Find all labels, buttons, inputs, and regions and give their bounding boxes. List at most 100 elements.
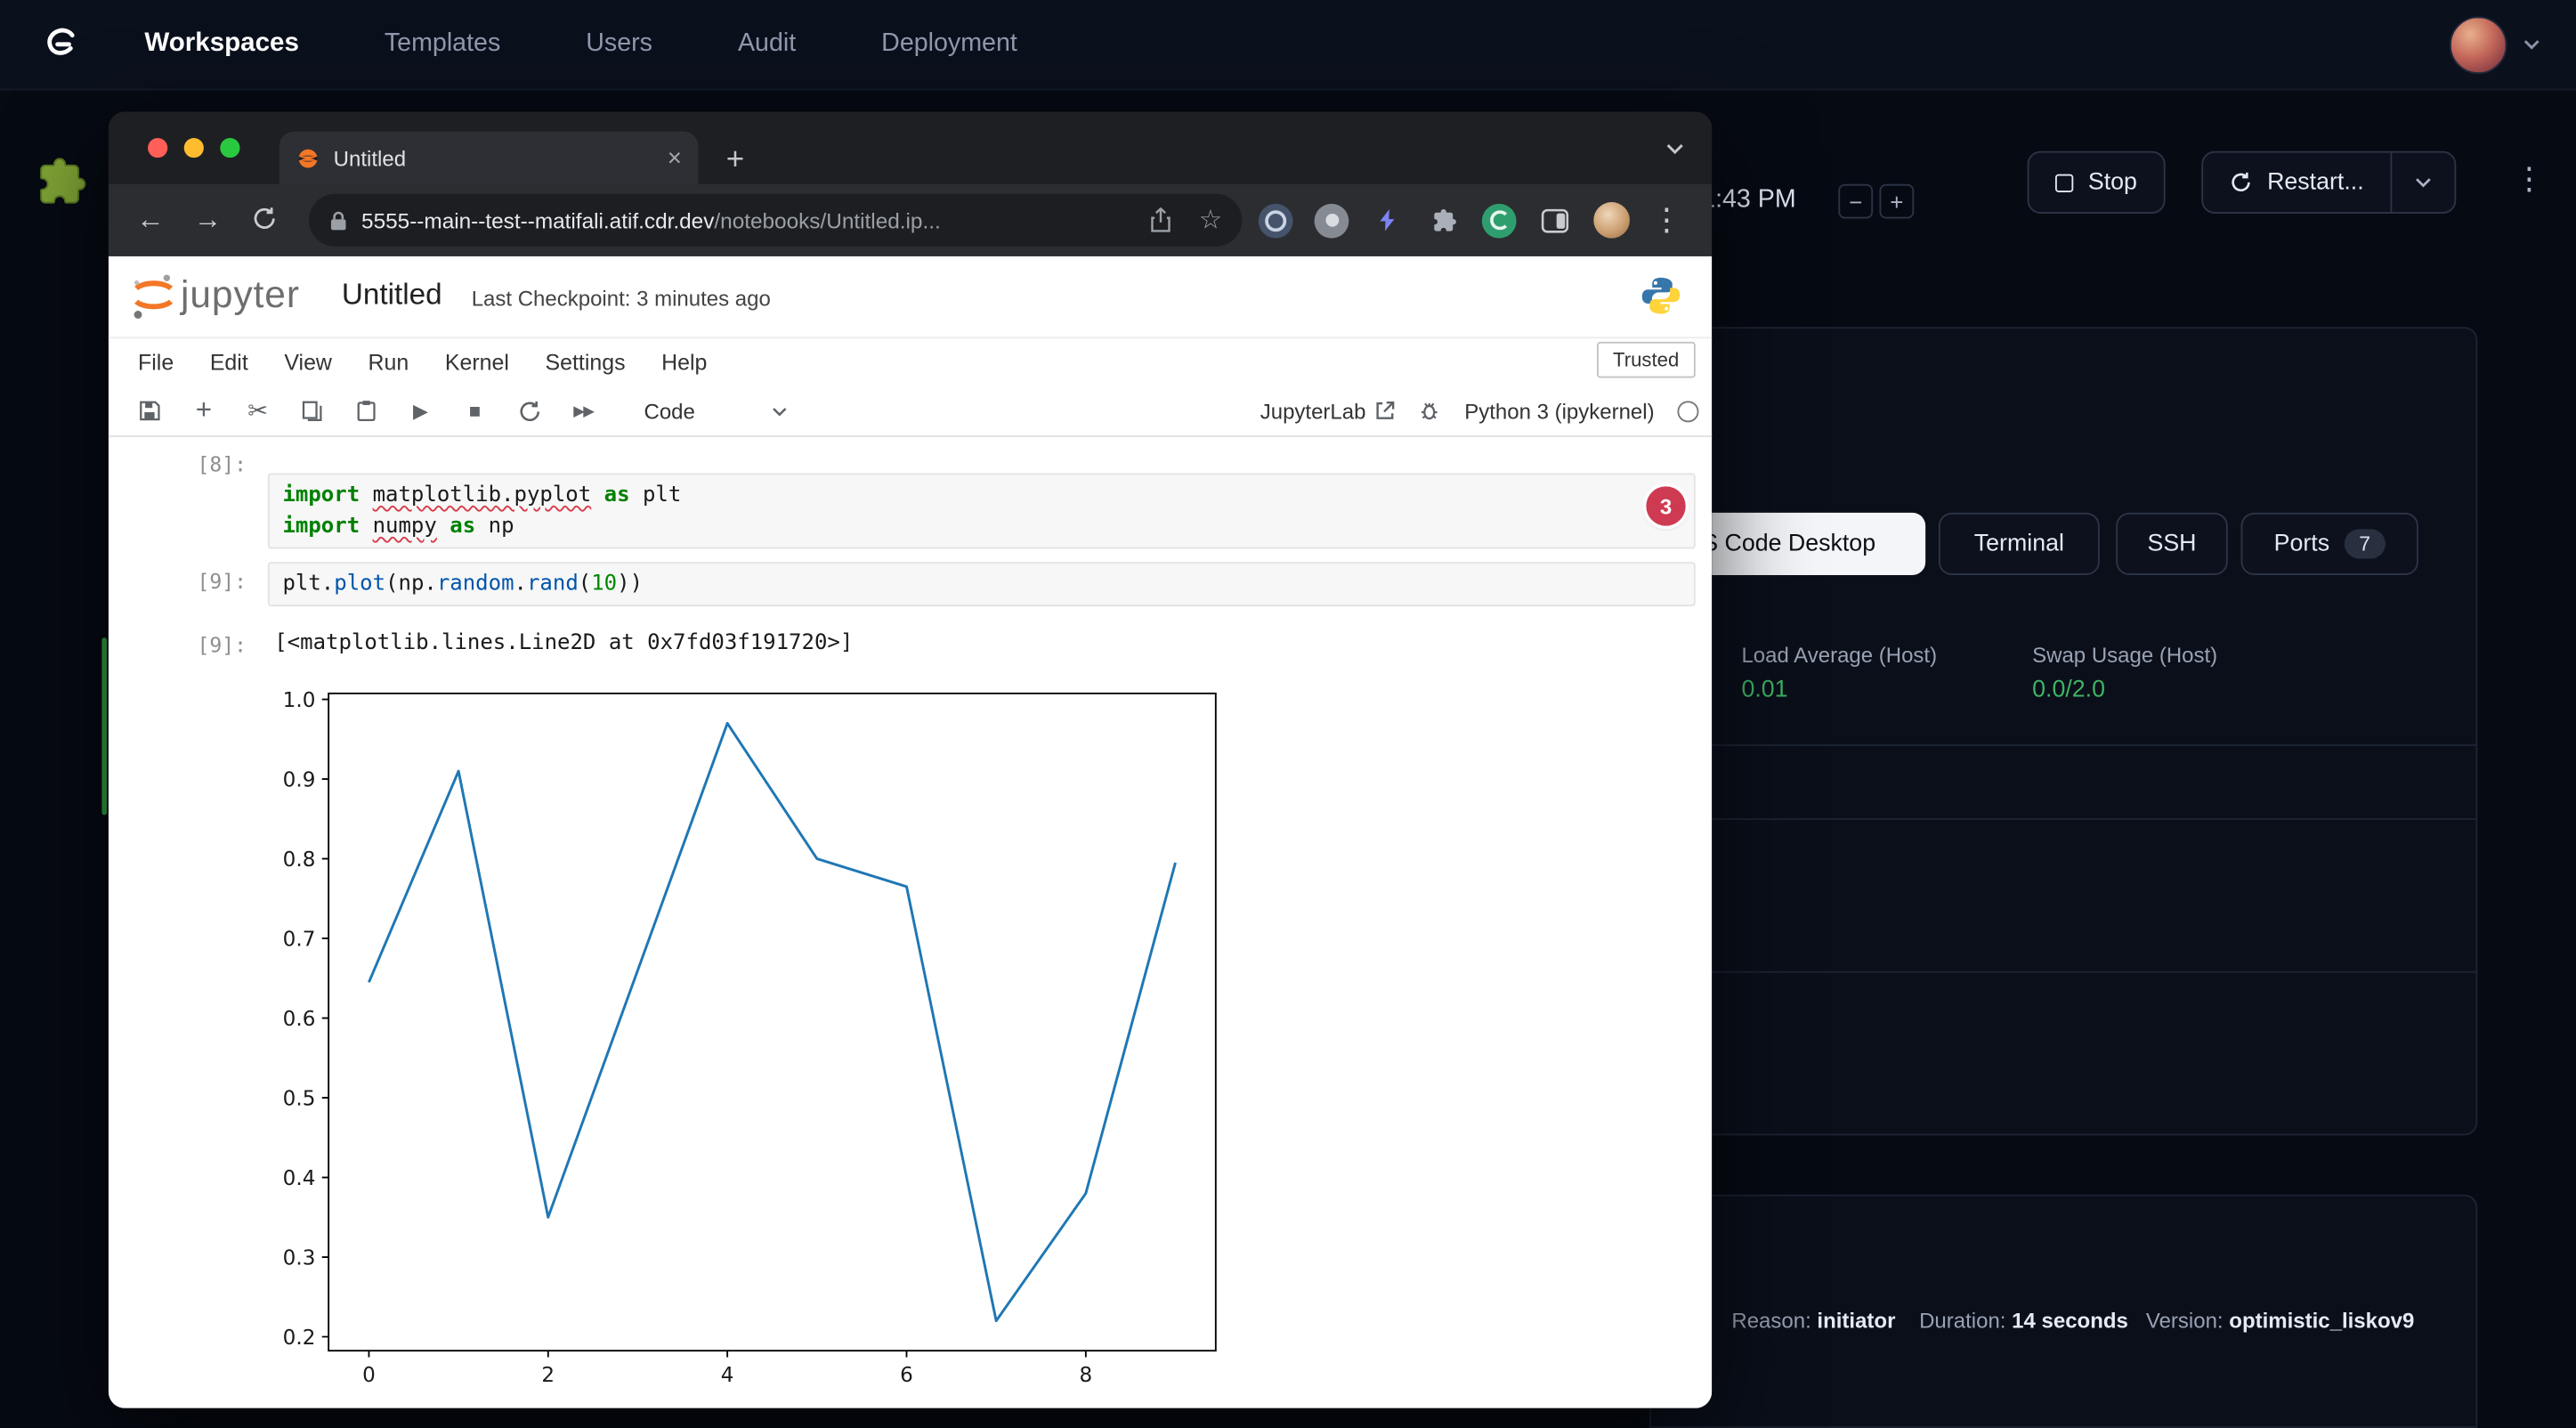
collab-count-badge[interactable]: 3 xyxy=(1646,486,1685,525)
grammarly-extension-icon[interactable] xyxy=(1482,203,1517,238)
menu-kernel[interactable]: Kernel xyxy=(445,349,509,374)
jupyter-header: jupyter Untitled Last Checkpoint: 3 minu… xyxy=(109,256,1712,338)
chrome-menu-kebab[interactable]: ⋮ xyxy=(1651,205,1682,236)
tab-title: Untitled xyxy=(334,145,668,170)
cell-type-select[interactable]: Code xyxy=(644,399,790,424)
menu-view[interactable]: View xyxy=(284,349,332,374)
kernel-name[interactable]: Python 3 (ipykernel) xyxy=(1464,399,1654,424)
ports-button[interactable]: Ports 7 xyxy=(2241,513,2418,575)
reload-icon[interactable] xyxy=(251,206,278,232)
stat-load-average: Load Average (Host) 0.01 xyxy=(1741,643,1937,703)
cut-cell-icon[interactable]: ✂ xyxy=(245,398,271,425)
restart-split-button: Restart... xyxy=(2201,151,2456,214)
url-host: 5555--main--test--matifali.atif.cdr.dev xyxy=(361,207,714,232)
window-zoom-button[interactable] xyxy=(220,138,239,158)
browser-toolbar: ← → 5555--main--test--matifali.atif.cdr.… xyxy=(109,184,1712,256)
version-value: optimistic_liskov9 xyxy=(2229,1308,2414,1333)
browser-tab[interactable]: Untitled × xyxy=(279,132,699,184)
chevron-down-icon[interactable] xyxy=(2520,33,2543,56)
split-screen-icon[interactable] xyxy=(1538,203,1573,238)
debugger-bug-icon[interactable] xyxy=(1419,400,1442,423)
notebook-checkpoint: Last Checkpoint: 3 minutes ago xyxy=(472,286,771,311)
svg-text:0.6: 0.6 xyxy=(283,1008,316,1031)
cell8-code-editor[interactable]: import matplotlib.pyplot as pltimport nu… xyxy=(268,474,1696,549)
restart-icon xyxy=(2230,171,2253,194)
back-icon[interactable]: ← xyxy=(136,204,164,237)
build-panel: Reason: initiator Duration: 14 seconds V… xyxy=(1649,1195,2477,1428)
stop-workspace-button[interactable]: Stop xyxy=(2028,151,2166,214)
workspace-menu-kebab[interactable]: ⋮ xyxy=(2514,165,2545,196)
window-close-button[interactable] xyxy=(148,138,167,158)
menu-settings[interactable]: Settings xyxy=(546,349,626,374)
svg-text:0: 0 xyxy=(362,1364,376,1387)
cell9-code-editor[interactable]: plt.plot(np.random.rand(10)) xyxy=(268,562,1696,606)
nav-item-users[interactable]: Users xyxy=(586,29,652,59)
svg-text:0.5: 0.5 xyxy=(283,1087,316,1110)
jupyter-toolbar: + ✂ ▶ ■ ▶▶ Code xyxy=(109,386,1712,437)
run-cell-icon[interactable]: ▶ xyxy=(408,398,434,425)
bookmark-star-icon[interactable]: ☆ xyxy=(1199,204,1222,237)
svg-text:0.3: 0.3 xyxy=(283,1246,316,1270)
python-logo xyxy=(1640,274,1682,317)
notebook-title[interactable]: Untitled xyxy=(342,278,442,312)
ssh-button[interactable]: SSH xyxy=(2116,513,2228,575)
duration-value: 14 seconds xyxy=(2012,1308,2128,1333)
svg-text:0.8: 0.8 xyxy=(283,848,316,872)
new-tab-button[interactable]: + xyxy=(726,144,745,175)
extension-icon[interactable] xyxy=(1315,203,1349,238)
reason-value: initiator xyxy=(1817,1308,1895,1333)
nav-item-audit[interactable]: Audit xyxy=(738,29,796,59)
coder-logo[interactable] xyxy=(33,16,89,72)
panel-divider xyxy=(1651,818,2476,820)
extensions-cluster: ⋮ xyxy=(1259,202,1682,239)
restart-run-all-icon[interactable]: ▶▶ xyxy=(570,398,596,425)
terminal-button[interactable]: Terminal xyxy=(1939,513,2100,575)
save-icon[interactable] xyxy=(136,398,163,425)
menu-edit[interactable]: Edit xyxy=(210,349,248,374)
stop-icon xyxy=(2055,174,2073,191)
jupyter-favicon xyxy=(296,145,320,170)
jupyter-wordmark: jupyter xyxy=(181,272,300,317)
user-avatar[interactable] xyxy=(2450,16,2507,74)
menu-file[interactable]: File xyxy=(138,349,174,374)
paste-cell-icon[interactable] xyxy=(353,398,380,425)
svg-text:6: 6 xyxy=(900,1364,913,1387)
svg-text:2: 2 xyxy=(541,1364,555,1387)
build-meta-line: Reason: initiator Duration: 14 seconds V… xyxy=(1731,1308,2414,1333)
tab-close-icon[interactable]: × xyxy=(668,143,682,171)
nav-item-workspaces[interactable]: Workspaces xyxy=(144,29,298,59)
screen: Workspaces Templates Users Audit Deploym… xyxy=(0,0,2576,1428)
interrupt-kernel-icon[interactable]: ■ xyxy=(462,398,489,425)
chevron-down-icon xyxy=(771,402,789,419)
panel-divider xyxy=(1651,744,2476,746)
trusted-badge[interactable]: Trusted xyxy=(1597,342,1696,378)
window-minimize-button[interactable] xyxy=(184,138,204,158)
notebook-scroll-area[interactable]: [8]: import matplotlib.pyplot as pltimpo… xyxy=(109,435,1712,1408)
cell9-input-prompt: [9]: xyxy=(197,569,247,594)
svg-text:4: 4 xyxy=(721,1364,734,1387)
restart-options-chevron[interactable] xyxy=(2390,153,2454,212)
svg-text:8: 8 xyxy=(1079,1364,1092,1387)
copy-cell-icon[interactable] xyxy=(299,398,326,425)
restart-kernel-icon[interactable] xyxy=(516,398,543,425)
onepassword-extension-icon[interactable] xyxy=(1259,203,1293,238)
extensions-puzzle-icon[interactable] xyxy=(1426,203,1461,238)
chrome-profile-avatar[interactable] xyxy=(1593,202,1630,239)
stat-value: 0.01 xyxy=(1741,677,1937,703)
menu-help[interactable]: Help xyxy=(661,349,707,374)
lock-icon xyxy=(328,209,348,231)
forward-icon[interactable]: → xyxy=(194,204,222,237)
share-icon[interactable] xyxy=(1148,207,1173,234)
nav-item-deployment[interactable]: Deployment xyxy=(881,29,1017,59)
menu-run[interactable]: Run xyxy=(369,349,409,374)
puzzle-extension-icon[interactable] xyxy=(35,154,87,207)
jupyterlab-link[interactable]: JupyterLab xyxy=(1260,399,1396,424)
zoom-out-button[interactable]: − xyxy=(1838,184,1873,219)
tab-list-chevron[interactable] xyxy=(1665,138,1686,159)
nav-item-templates[interactable]: Templates xyxy=(385,29,500,59)
restart-workspace-button[interactable]: Restart... xyxy=(2203,153,2390,212)
address-bar[interactable]: 5555--main--test--matifali.atif.cdr.dev/… xyxy=(309,194,1242,247)
bolt-extension-icon[interactable] xyxy=(1370,203,1405,238)
add-cell-icon[interactable]: + xyxy=(190,398,217,425)
zoom-in-button[interactable]: + xyxy=(1879,184,1914,219)
